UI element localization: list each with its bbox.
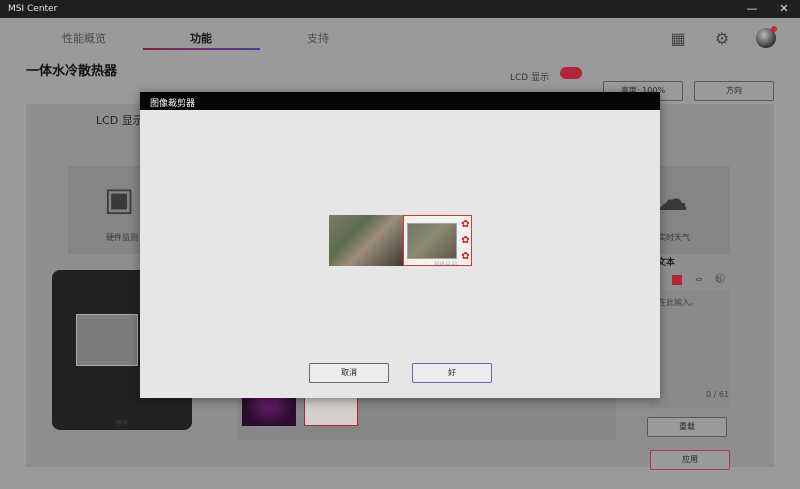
dialog-title: 图像裁剪器 [150,99,196,109]
char-count: 0 / 61 [706,390,730,399]
active-tab-indicator [143,48,260,50]
preview-image [76,314,138,366]
ok-button[interactable]: 好 [412,363,492,383]
close-button[interactable]: ✕ [774,2,794,16]
lcd-toggle-label: LCD 显示 [510,73,550,83]
apply-button[interactable]: 应用 [650,450,730,470]
title-bar: MSI Center — ✕ [0,0,800,18]
app-title: MSI Center [8,4,58,14]
notification-dot [771,26,777,32]
flower-icon: ✿ [461,235,470,246]
tab-support[interactable]: 支持 [307,30,329,46]
lcd-toggle[interactable] [560,67,582,79]
preview-caption: 预览 [116,420,129,427]
image-cropper-dialog: 图像裁剪器 2019.12.23 ✿ ✿ ✿ 取消 好 [140,92,660,398]
crop-date: 2019.12.23 [434,261,457,266]
dialog-header: 图像裁剪器 [140,92,660,110]
weather-icon: ☁ [656,180,688,218]
gear-icon[interactable]: ⚙ [711,28,733,50]
reset-button[interactable]: 重载 [647,417,727,437]
grid-icon[interactable]: ▦ [667,28,689,50]
crop-selection[interactable]: 2019.12.23 ✿ ✿ ✿ [403,215,472,266]
flower-icon: ✿ [461,219,470,230]
card-label-weather: 实时天气 [658,233,690,242]
align-icon[interactable]: ⇔ [694,275,704,285]
tab-features[interactable]: 功能 [190,30,212,46]
page-title: 一体水冷散热器 [26,64,118,79]
chip-icon: ▣ [104,180,135,218]
minimize-button[interactable]: — [742,2,762,16]
panel-title: LCD 显示 [96,114,144,127]
crop-photo [407,223,457,259]
flower-icon: ✿ [461,251,470,262]
direction-button[interactable]: 方向 [694,81,774,101]
color-icon[interactable] [672,275,682,285]
cancel-button[interactable]: 取消 [309,363,389,383]
rotate-icon[interactable]: ↻ [714,275,724,285]
crop-source-image [329,215,403,266]
tab-overview[interactable]: 性能概览 [62,30,106,46]
text-placeholder: 在此输入。 [658,298,698,307]
card-label-hardware: 硬件监测 [106,233,138,242]
